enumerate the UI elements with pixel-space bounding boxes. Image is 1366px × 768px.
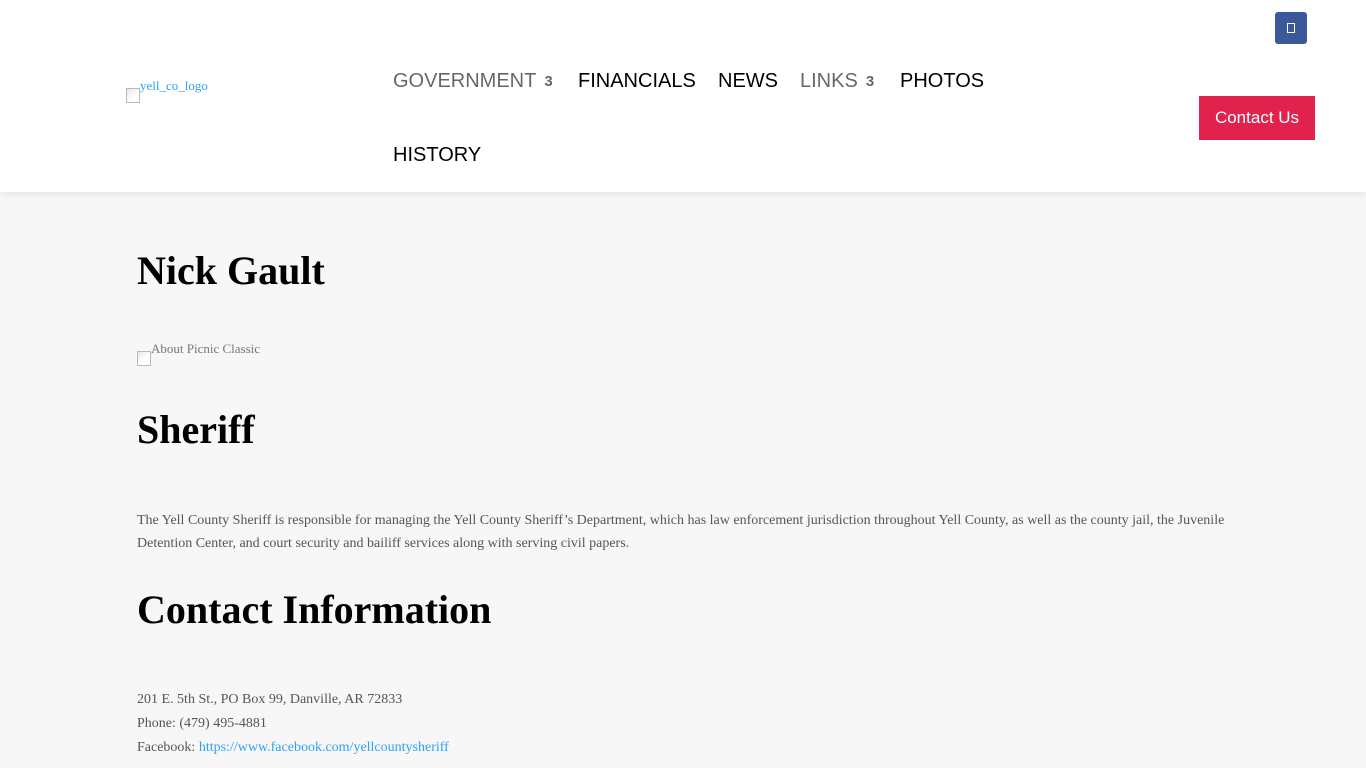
- contact-heading: Contact Information: [137, 587, 492, 632]
- page-title: Nick Gault: [137, 248, 325, 293]
- nav-item-financials[interactable]: FINANCIALS: [578, 69, 696, 93]
- dropdown-arrow-icon: 3: [865, 73, 875, 90]
- dropdown-arrow-icon: 3: [544, 73, 553, 90]
- nav-label: GOVERNMENT: [393, 70, 537, 92]
- address-line: 201 E. 5th St., PO Box 99, Danville, AR …: [137, 692, 403, 707]
- nav-label: PHOTOS: [900, 70, 985, 92]
- facebook-label: Facebook:: [137, 740, 196, 755]
- nav-item-news[interactable]: NEWS: [718, 69, 778, 93]
- nav-item-links[interactable]: LINKS 3: [800, 69, 874, 95]
- facebook-link[interactable]: https://www.facebook.com/yellcountysheri…: [199, 740, 449, 755]
- nav-label: FINANCIALS: [578, 70, 696, 92]
- role-heading: Sheriff: [137, 407, 255, 452]
- nav-item-history[interactable]: HISTORY: [393, 143, 481, 167]
- contact-us-button[interactable]: Contact Us: [1199, 96, 1315, 140]
- logo-alt-text: yell_co_logo: [140, 78, 208, 93]
- facebook-icon: [1287, 23, 1295, 33]
- nav-item-government[interactable]: GOVERNMENT 3: [393, 69, 553, 95]
- broken-image-icon: [126, 88, 140, 103]
- profile-photo: About Picnic Classic: [137, 341, 261, 366]
- phone-line: Phone: (479) 495-4881: [137, 716, 267, 731]
- nav-item-photos[interactable]: PHOTOS: [900, 69, 984, 93]
- facebook-button[interactable]: [1275, 12, 1307, 44]
- site-header: yell_co_logo GOVERNMENT 3 FINANCIALS NEWS…: [0, 0, 1366, 192]
- photo-alt-text: About Picnic Classic: [151, 341, 261, 356]
- nav-label: HISTORY: [393, 144, 482, 166]
- facebook-line: Facebook: https://www.facebook.com/yellc…: [137, 738, 449, 758]
- broken-image-icon: [137, 351, 151, 366]
- role-description: The Yell County Sheriff is responsible f…: [137, 513, 1225, 551]
- site-logo[interactable]: yell_co_logo: [126, 78, 208, 103]
- nav-label: LINKS: [800, 70, 858, 92]
- nav-label: NEWS: [718, 70, 778, 92]
